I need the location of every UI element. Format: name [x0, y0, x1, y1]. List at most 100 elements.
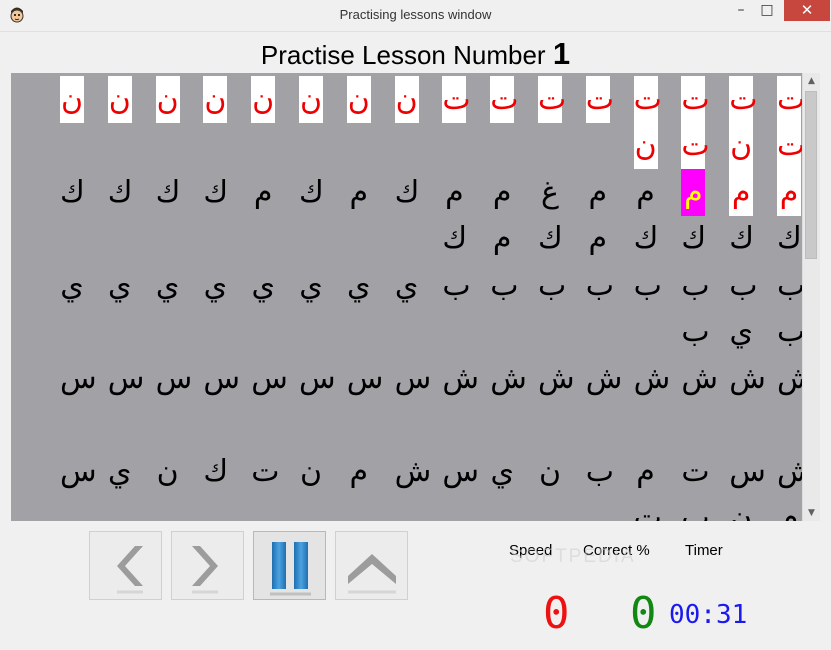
practice-char: س — [203, 361, 241, 396]
practice-char: ك — [203, 454, 229, 489]
practice-char: ب — [777, 268, 802, 303]
practice-char: ت — [681, 122, 710, 169]
close-button[interactable]: ✕ — [784, 0, 830, 21]
practice-char: ن — [155, 76, 180, 123]
practice-char: م — [492, 175, 512, 210]
practice-char: ي — [251, 268, 275, 303]
practice-char: ت — [633, 76, 662, 123]
practice-char: ب — [777, 314, 802, 349]
practice-char: م — [681, 169, 706, 216]
practice-char: ي — [394, 268, 419, 303]
practice-char: ب — [585, 268, 615, 303]
practice-char: ت — [681, 76, 710, 123]
timer-value: 00:31 — [669, 600, 748, 630]
practice-char: س — [60, 361, 97, 396]
practice-char: ش — [394, 454, 432, 489]
practice-char: ش — [585, 361, 623, 396]
practice-char: ي — [203, 268, 228, 303]
practice-char: ب — [681, 268, 710, 303]
minimize-button[interactable]: – — [730, 0, 752, 21]
practice-char: ن — [346, 76, 371, 123]
practice-char: ت — [442, 76, 471, 123]
pause-icon — [270, 542, 311, 596]
practice-char: ك — [538, 221, 563, 256]
practice-char: ش — [490, 361, 527, 396]
scroll-thumb[interactable] — [805, 91, 817, 259]
lesson-title-text: Practise Lesson Number — [260, 40, 546, 70]
practice-char: ي — [299, 268, 323, 303]
practice-char: ن — [730, 500, 753, 521]
practice-char: ت — [585, 76, 614, 123]
practice-char: ك — [299, 175, 324, 210]
practice-text-area[interactable]: تتتتتتتتننننننننتنتنمممممغممكمكمكككككككك… — [11, 73, 802, 521]
practice-char: م — [636, 454, 655, 489]
practice-char: ب — [538, 268, 567, 303]
practice-char: ش — [442, 361, 480, 396]
practice-char: ب — [681, 500, 710, 521]
practice-char: ك — [394, 175, 420, 210]
pause-button[interactable] — [253, 531, 326, 600]
practice-char: ي — [729, 314, 753, 349]
practice-char: ت — [777, 122, 802, 169]
practice-char: ت — [538, 76, 566, 123]
practice-char: ب — [729, 268, 758, 303]
scroll-up-button[interactable] — [335, 531, 408, 600]
practice-char: ك — [60, 175, 85, 210]
practice-char: ي — [108, 268, 132, 303]
practice-char: ي — [347, 268, 371, 303]
practice-char: ت — [490, 76, 518, 123]
practice-char: ك — [442, 221, 468, 256]
chevron-right-icon — [192, 546, 218, 594]
practice-char: ش — [633, 361, 671, 396]
practice-char: ك — [107, 175, 133, 210]
lesson-number: 1 — [552, 36, 571, 71]
speed-value: 0 — [543, 588, 570, 639]
practice-char: ك — [681, 221, 707, 256]
practice-char: ك — [203, 175, 229, 210]
practice-char: ك — [155, 175, 181, 210]
practice-char: ب — [442, 268, 471, 303]
practice-char: ن — [538, 454, 562, 489]
next-lesson-button[interactable] — [171, 531, 244, 600]
practice-char: ن — [729, 122, 754, 169]
practice-char: م — [588, 175, 608, 210]
practice-char: ن — [60, 76, 84, 123]
title-bar: Practising lessons window – □ ✕ — [0, 0, 831, 32]
practice-char: ك — [777, 221, 802, 256]
practice-char: م — [445, 175, 464, 210]
previous-lesson-button[interactable] — [89, 531, 162, 600]
scroll-down-arrow-icon[interactable]: ▼ — [803, 505, 820, 521]
practice-char: س — [299, 361, 336, 396]
practice-char: س — [155, 361, 193, 396]
practice-char: ش — [777, 361, 802, 396]
watermark: SOFTPEDIA — [510, 546, 636, 567]
practice-char: ن — [251, 76, 276, 123]
correct-percent-value: 0 — [630, 588, 657, 639]
practice-char: ب — [633, 268, 662, 303]
practice-char: ي — [155, 268, 180, 303]
timer-label: Timer — [685, 542, 723, 559]
practice-char: م — [729, 169, 754, 216]
vertical-scrollbar[interactable]: ▲ ▼ — [802, 73, 820, 521]
practice-char: س — [346, 361, 384, 396]
practice-char: ي — [108, 454, 132, 489]
practice-char: ن — [299, 76, 323, 123]
practice-char: س — [394, 361, 432, 396]
practice-char: غ — [541, 175, 559, 210]
practice-char: ت — [633, 500, 662, 521]
practice-char: م — [779, 500, 799, 521]
practice-char: ك — [729, 221, 754, 256]
practice-char: م — [492, 221, 512, 256]
practice-char: ب — [585, 454, 615, 489]
chevron-left-icon — [117, 546, 143, 594]
scroll-up-arrow-icon[interactable]: ▲ — [803, 73, 820, 89]
practice-char: ت — [681, 454, 710, 489]
practice-char: ش — [538, 361, 575, 396]
practice-char: ي — [60, 268, 84, 303]
practice-char: ن — [107, 76, 132, 123]
practice-char: ن — [633, 122, 658, 169]
practice-char: م — [777, 169, 801, 216]
practice-char: ن — [394, 76, 419, 123]
maximize-button[interactable]: □ — [756, 0, 778, 21]
practice-char: س — [60, 454, 97, 489]
